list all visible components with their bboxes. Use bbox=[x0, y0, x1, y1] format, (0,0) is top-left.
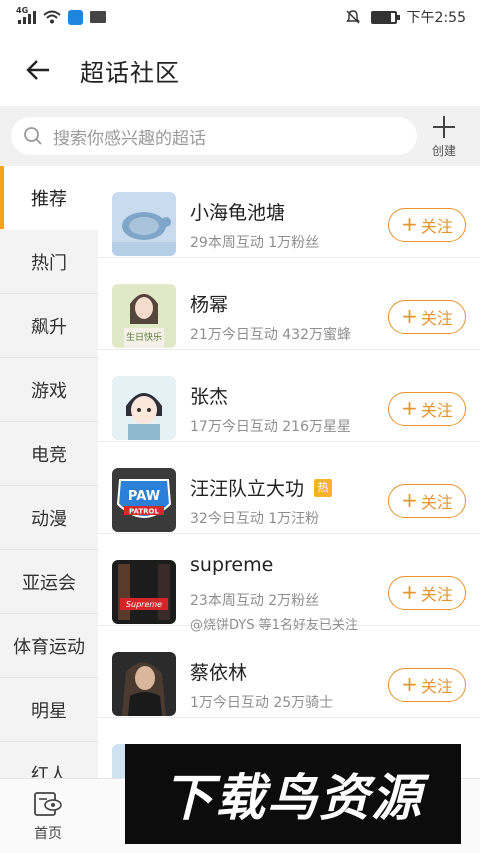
plus-icon: + bbox=[401, 212, 418, 236]
plus-icon: + bbox=[401, 672, 418, 696]
plus-icon: + bbox=[401, 304, 418, 328]
network-type-label: 4G bbox=[16, 6, 29, 15]
plus-icon: + bbox=[401, 488, 418, 512]
topic-row[interactable]: Supreme supreme 23本周互动 2万粉丝 @烧饼DYS 等1名好友… bbox=[98, 534, 480, 633]
follow-button[interactable]: + 关注 bbox=[388, 392, 466, 426]
nav-home-label: 首页 bbox=[34, 826, 62, 842]
topic-meta: 29本周互动 1万粉丝 bbox=[190, 235, 320, 251]
topic-row[interactable]: 小海龟池塘 29本周互动 1万粉丝 + 关注 bbox=[98, 166, 480, 258]
mute-bell-icon bbox=[345, 10, 360, 24]
sidebar-item-anime[interactable]: 动漫 bbox=[0, 486, 98, 550]
follow-button[interactable]: + 关注 bbox=[388, 484, 466, 518]
sidebar-item-sports[interactable]: 体育运动 bbox=[0, 614, 98, 678]
sidebar-item-influencers[interactable]: 红人 bbox=[0, 742, 98, 779]
sidebar-item-esports[interactable]: 电竞 bbox=[0, 422, 98, 486]
follow-label: 关注 bbox=[420, 217, 453, 236]
topic-list: 小海龟池塘 29本周互动 1万粉丝 + 关注 生日快乐 杨幂 21万今日互动 43… bbox=[98, 166, 480, 778]
topic-name: 张杰 bbox=[190, 386, 229, 408]
sidebar-item-label: 热门 bbox=[31, 252, 67, 274]
topic-meta: 32今日互动 1万汪粉 bbox=[190, 511, 320, 527]
follow-label: 关注 bbox=[420, 309, 453, 328]
sidebar-item-label: 飙升 bbox=[31, 316, 67, 338]
search-placeholder: 搜索你感兴趣的超话 bbox=[53, 128, 206, 149]
topic-name: 杨幂 bbox=[190, 294, 229, 316]
create-label: 创建 bbox=[431, 144, 456, 158]
follow-button[interactable]: + 关注 bbox=[388, 576, 466, 610]
svg-text:Supreme: Supreme bbox=[126, 600, 162, 609]
plus-icon: + bbox=[401, 580, 418, 604]
wifi-icon bbox=[43, 10, 61, 24]
category-sidebar: 推荐 热门 飙升 游戏 电竞 动漫 亚运会 体育运动 明星 红人 bbox=[0, 166, 98, 778]
topic-row[interactable]: PAW PATROL 汪汪队立大功热 32今日互动 1万汪粉 + 关注 bbox=[98, 442, 480, 534]
signal-icon: 4G bbox=[16, 6, 36, 24]
topic-name: 汪汪队立大功 bbox=[190, 478, 305, 500]
search-icon bbox=[24, 127, 42, 145]
status-bar: 4G 下午2:55 bbox=[0, 0, 480, 34]
back-button[interactable] bbox=[0, 34, 76, 106]
page-title: 超话社区 bbox=[80, 58, 180, 87]
search-row: 搜索你感兴趣的超话 创建 bbox=[0, 106, 480, 166]
hot-badge: 热 bbox=[314, 478, 333, 497]
arrow-left-icon bbox=[26, 60, 49, 80]
sidebar-item-label: 游戏 bbox=[31, 380, 67, 402]
plus-icon bbox=[433, 116, 455, 138]
topic-avatar[interactable]: Supreme bbox=[112, 560, 176, 624]
topic-row[interactable]: 生日快乐 杨幂 21万今日互动 432万蜜蜂 + 关注 bbox=[98, 258, 480, 350]
topic-row[interactable]: 张杰 17万今日互动 216万星星 + 关注 bbox=[98, 350, 480, 442]
nav-home-tab[interactable]: 首页 bbox=[14, 791, 82, 843]
topic-meta: 17万今日互动 216万星星 bbox=[190, 419, 351, 435]
sidebar-item-label: 动漫 bbox=[31, 508, 67, 530]
sidebar-item-stars[interactable]: 明星 bbox=[0, 678, 98, 742]
topic-name: 蔡依林 bbox=[190, 662, 248, 684]
title-bar: 超话社区 bbox=[0, 34, 480, 106]
topic-avatar[interactable]: 生日快乐 bbox=[112, 284, 176, 348]
topic-meta: 23本周互动 2万粉丝 bbox=[190, 593, 320, 609]
mail-icon bbox=[90, 11, 106, 23]
sidebar-item-label: 红人 bbox=[31, 764, 67, 779]
follow-button[interactable]: + 关注 bbox=[388, 668, 466, 702]
sidebar-item-popular[interactable]: 热门 bbox=[0, 230, 98, 294]
topic-avatar[interactable] bbox=[112, 652, 176, 716]
create-button[interactable]: 创建 bbox=[418, 114, 470, 159]
topic-meta: 21万今日互动 432万蜜蜂 bbox=[190, 327, 351, 343]
sidebar-item-asian-games[interactable]: 亚运会 bbox=[0, 550, 98, 614]
watermark-text: 下载鸟资源 bbox=[163, 769, 423, 827]
sidebar-item-label: 亚运会 bbox=[22, 572, 76, 594]
follow-button[interactable]: + 关注 bbox=[388, 208, 466, 242]
topic-row[interactable]: 蔡依林 1万今日互动 25万骑士 + 关注 bbox=[98, 626, 480, 718]
status-time: 下午2:55 bbox=[406, 10, 466, 26]
sidebar-item-games[interactable]: 游戏 bbox=[0, 358, 98, 422]
sidebar-item-label: 明星 bbox=[31, 700, 67, 722]
sidebar-item-label: 电竞 bbox=[31, 444, 67, 466]
sidebar-item-label: 体育运动 bbox=[13, 636, 85, 658]
battery-icon bbox=[370, 10, 400, 24]
topic-name: supreme bbox=[190, 554, 274, 576]
thumb-caption: 生日快乐 bbox=[126, 331, 162, 343]
topic-name: 小海龟池塘 bbox=[190, 202, 286, 224]
search-input[interactable]: 搜索你感兴趣的超话 bbox=[11, 117, 417, 155]
app-notification-icon bbox=[68, 9, 83, 25]
plus-icon: + bbox=[401, 396, 418, 420]
topic-meta: 1万今日互动 25万骑士 bbox=[190, 695, 334, 711]
svg-text:PAW: PAW bbox=[128, 489, 160, 504]
follow-label: 关注 bbox=[420, 677, 453, 696]
svg-text:PATROL: PATROL bbox=[129, 508, 159, 516]
follow-button[interactable]: + 关注 bbox=[388, 300, 466, 334]
topic-avatar[interactable] bbox=[112, 192, 176, 256]
home-eye-icon bbox=[34, 792, 62, 816]
sidebar-item-rising[interactable]: 飙升 bbox=[0, 294, 98, 358]
topic-avatar[interactable] bbox=[112, 376, 176, 440]
sidebar-item-label: 推荐 bbox=[31, 188, 67, 210]
topic-avatar[interactable]: PAW PATROL bbox=[112, 468, 176, 532]
follow-label: 关注 bbox=[420, 401, 453, 420]
watermark-banner: 下载鸟资源 bbox=[125, 744, 461, 844]
follow-label: 关注 bbox=[420, 493, 453, 512]
sidebar-item-recommended[interactable]: 推荐 bbox=[0, 166, 98, 230]
follow-label: 关注 bbox=[420, 585, 453, 604]
